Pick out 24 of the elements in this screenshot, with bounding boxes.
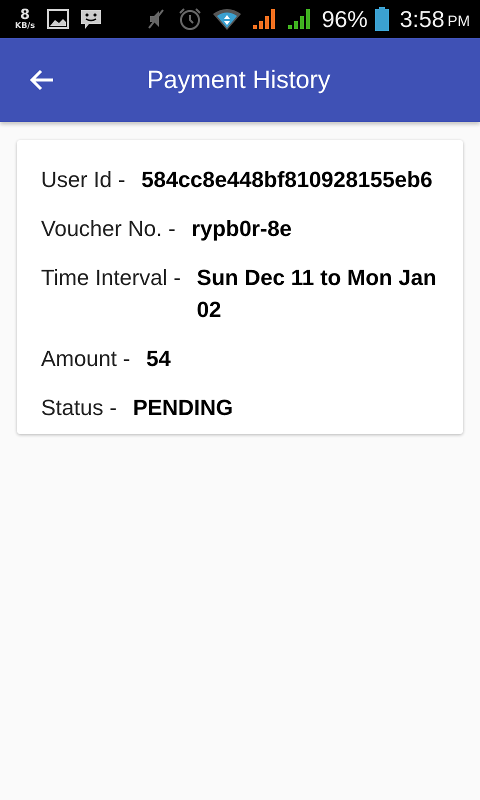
field-value: rypb0r-8e	[192, 215, 292, 243]
battery-percent: 96%	[322, 6, 368, 32]
field-value: 584cc8e448bf810928155eb6	[141, 166, 433, 194]
screen-title: Payment History	[147, 66, 330, 94]
alarm-icon	[178, 7, 202, 31]
clock-ampm: PM	[448, 13, 470, 30]
network-speed-unit: KB/s	[15, 22, 35, 30]
field-value: 54	[146, 345, 171, 373]
field-value: PENDING	[132, 394, 234, 422]
field-label: Time Interval -	[41, 264, 181, 292]
signal-icon	[252, 8, 276, 30]
battery-icon	[374, 7, 389, 31]
network-speed: 8	[20, 8, 30, 22]
chat-icon	[80, 8, 102, 30]
field-label: Amount -	[41, 345, 130, 373]
field-value: Sun Dec 11 to Mon Jan 02	[196, 264, 438, 324]
field-label: User Id -	[41, 166, 126, 194]
clock-time: 3:58	[400, 6, 444, 32]
field-label: Status -	[41, 394, 117, 422]
image-icon	[47, 9, 69, 29]
back-arrow-icon[interactable]	[29, 69, 55, 91]
signal-icon	[286, 8, 311, 30]
wifi-icon	[212, 8, 241, 30]
field-label: Voucher No. -	[41, 215, 176, 243]
